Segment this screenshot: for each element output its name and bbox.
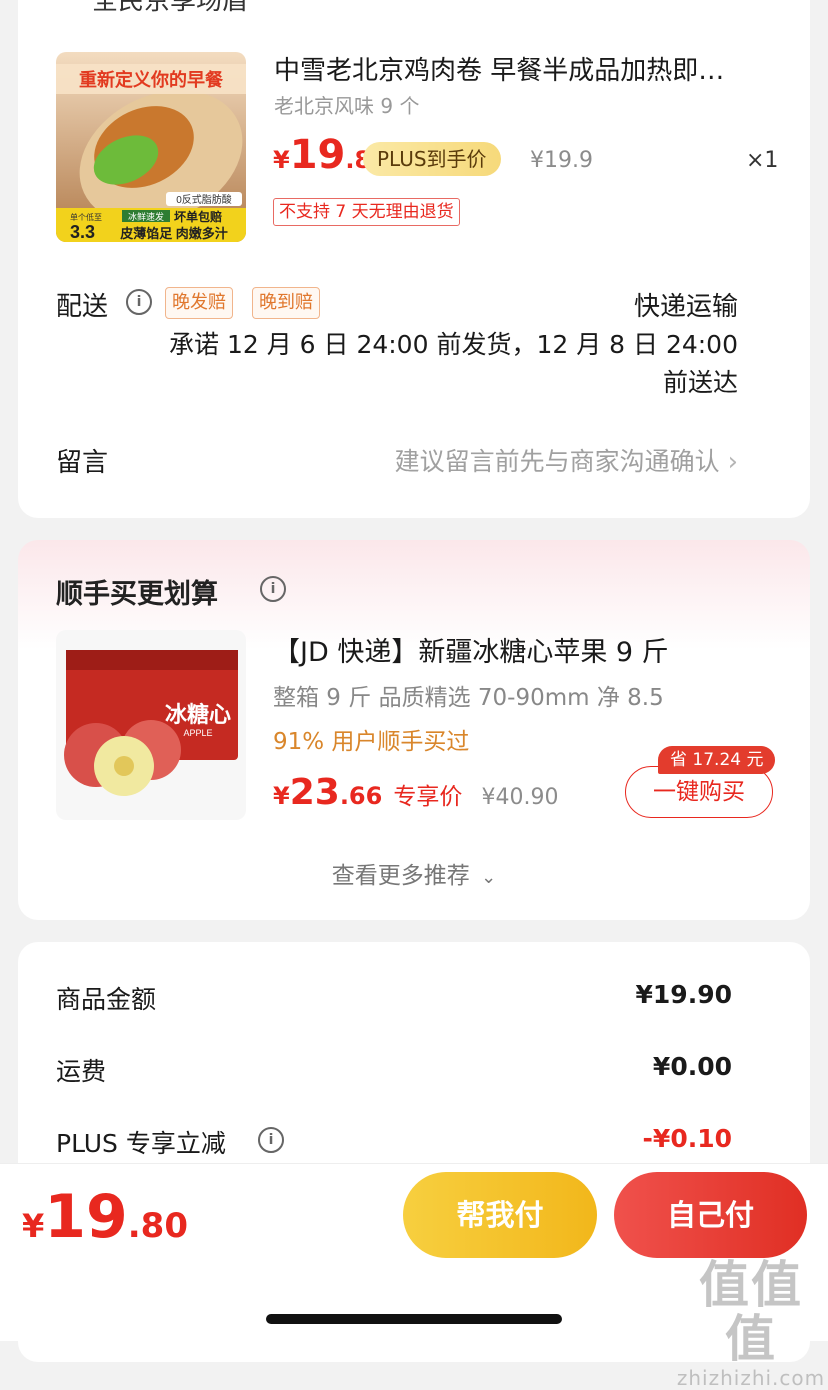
more-recommend-link[interactable]: 查看更多推荐 ⌄ <box>18 856 810 890</box>
total-price: ¥19.80 <box>22 1182 188 1252</box>
product-title[interactable]: 中雪老北京鸡肉卷 早餐半成品加热即… <box>274 50 764 87</box>
chevron-right-icon: › <box>727 447 738 477</box>
help-pay-button[interactable]: 帮我付 <box>403 1172 597 1258</box>
plus-price-badge: PLUS到手价 <box>363 142 501 176</box>
goods-amount-value: ¥19.90 <box>635 980 732 1009</box>
svg-text:坏单包赔: 坏单包赔 <box>174 209 222 224</box>
exclusive-label: 专享价 <box>393 784 463 810</box>
product-price: ¥19.8 <box>273 132 372 178</box>
plus-discount-value: -¥0.10 <box>642 1124 732 1153</box>
rec-original-price: ¥40.90 <box>481 785 559 810</box>
recommend-card: 顺手买更划算 i 冰糖心 APPLE 【JD 快递】新疆冰糖心苹果 9 斤 整箱… <box>18 540 810 920</box>
rec-product-spec: 整箱 9 斤 品质精选 70-90mm 净 8.5 <box>273 685 664 711</box>
apple-product-image[interactable]: 冰糖心 APPLE <box>56 630 246 820</box>
home-indicator[interactable] <box>266 1314 562 1324</box>
delivery-promise: 承诺 12 月 6 日 24:00 前发货，12 月 8 日 24:00 前送达 <box>169 330 738 397</box>
info-icon[interactable]: i <box>126 289 152 315</box>
svg-text:3.3: 3.3 <box>70 222 95 242</box>
svg-text:皮薄馅足 肉嫩多汁: 皮薄馅足 肉嫩多汁 <box>119 226 228 241</box>
rec-product-title[interactable]: 【JD 快递】新疆冰糖心苹果 9 斤 <box>273 630 669 669</box>
rec-bought-rate: 91% 用户顺手买过 <box>273 729 470 755</box>
shipping-method[interactable]: 快递运输 <box>628 286 738 323</box>
product-image[interactable]: 重新定义你的早餐 0反式脂肪酸 单个低至 3.3 冰鲜速发 坏单包赔 皮薄馅足 … <box>56 52 246 242</box>
apple-box-image: 冰糖心 APPLE <box>56 630 246 820</box>
image-headline: 重新定义你的早餐 <box>79 69 224 90</box>
shipping-fee-label: 运费 <box>56 1057 107 1086</box>
watermark: 值值值 zhizhizhi.com <box>676 1256 826 1390</box>
self-pay-button[interactable]: 自己付 <box>614 1172 807 1258</box>
chicken-wrap-image: 重新定义你的早餐 0反式脂肪酸 单个低至 3.3 冰鲜速发 坏单包赔 皮薄馅足 … <box>56 52 246 242</box>
no-return-badge: 不支持 7 天无理由退货 <box>273 198 460 226</box>
note-input[interactable]: 建议留言前先与商家沟通确认 › <box>368 442 738 478</box>
order-item-card: 全民京享场盾 重新定义你的早餐 0反式脂肪酸 单个低至 3.3 冰鲜速发 坏单包… <box>18 0 810 518</box>
quantity: ×1 <box>746 148 779 173</box>
save-badge: 省 17.24 元 <box>658 746 776 774</box>
plus-discount-label: PLUS 专享立减 <box>56 1129 226 1158</box>
rec-price-row: ¥23.66 专享价 ¥40.90 <box>273 772 559 813</box>
svg-text:单个低至: 单个低至 <box>70 212 102 222</box>
svg-text:冰糖心: 冰糖心 <box>165 702 231 727</box>
rec-price: ¥23.66 <box>273 772 383 813</box>
svg-text:冰鲜速发: 冰鲜速发 <box>128 211 164 222</box>
info-icon[interactable]: i <box>258 1127 284 1153</box>
svg-text:0反式脂肪酸: 0反式脂肪酸 <box>176 193 232 206</box>
shipping-fee-value: ¥0.00 <box>652 1052 732 1081</box>
note-label: 留言 <box>56 448 109 478</box>
late-arrive-tag: 晚到赔 <box>252 287 320 319</box>
delivery-label: 配送 <box>56 292 109 322</box>
info-icon[interactable]: i <box>260 576 286 602</box>
late-ship-tag: 晚发赔 <box>165 287 233 319</box>
store-title[interactable]: 全民京享场盾 <box>92 0 248 17</box>
recommend-title: 顺手买更划算 <box>56 579 218 610</box>
svg-text:APPLE: APPLE <box>183 728 212 738</box>
chevron-down-icon: ⌄ <box>481 867 497 888</box>
note-hint-text: 建议留言前先与商家沟通确认 <box>394 447 720 476</box>
product-spec: 老北京风味 9 个 <box>274 94 420 118</box>
goods-amount-label: 商品金额 <box>56 985 157 1014</box>
original-price: ¥19.9 <box>530 148 593 173</box>
